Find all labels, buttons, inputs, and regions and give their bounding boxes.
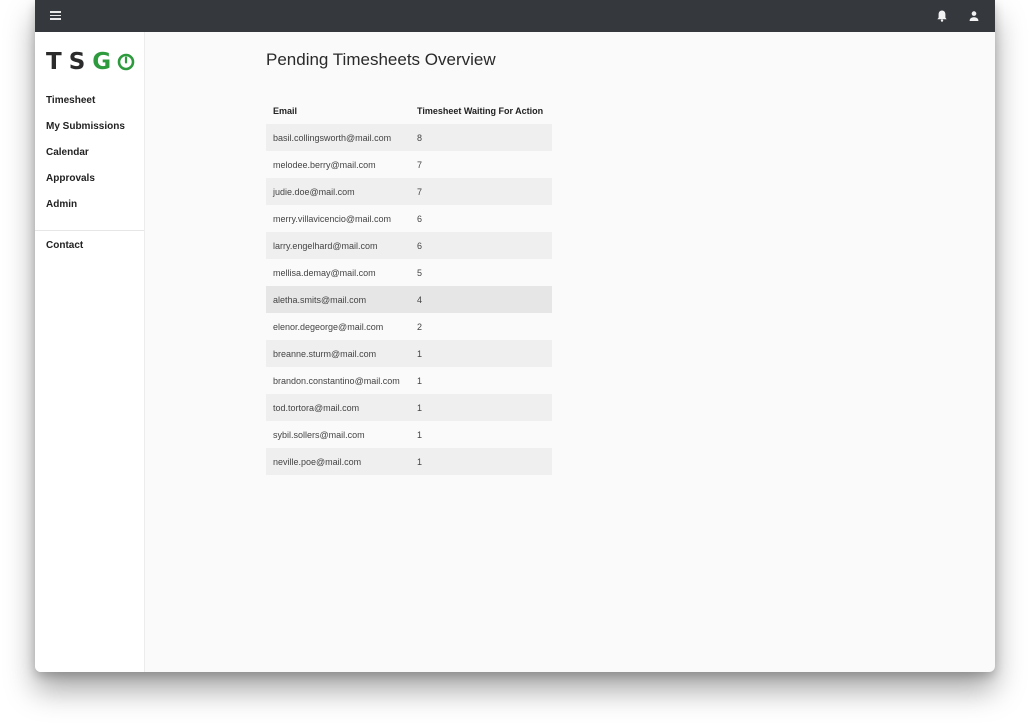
app-window: T S G Timesheet My Submissions Calendar … [35,0,995,672]
table-row: tod.tortora@mail.com 1 [266,394,552,421]
column-header-email: Email [266,98,410,124]
cell-count: 1 [410,367,552,394]
sidebar: T S G Timesheet My Submissions Calendar … [35,32,145,672]
main-content: Pending Timesheets Overview Email Timesh… [145,32,995,672]
column-header-waiting: Timesheet Waiting For Action [410,98,552,124]
sidebar-item-timesheet[interactable]: Timesheet [35,88,144,114]
cell-count: 4 [410,286,552,313]
table-row: larry.engelhard@mail.com 6 [266,232,552,259]
cell-count: 6 [410,232,552,259]
hamburger-menu-icon[interactable] [50,11,61,20]
table-row: breanne.sturm@mail.com 1 [266,340,552,367]
sidebar-secondary-nav: Contact [35,233,144,259]
cell-count: 1 [410,421,552,448]
cell-email: basil.collingsworth@mail.com [266,124,410,151]
cell-email: sybil.sollers@mail.com [266,421,410,448]
user-icon[interactable] [967,9,981,23]
cell-count: 7 [410,151,552,178]
table-row: basil.collingsworth@mail.com 8 [266,124,552,151]
sidebar-item-calendar[interactable]: Calendar [35,140,144,166]
table-row: brandon.constantino@mail.com 1 [266,367,552,394]
table-row: melodee.berry@mail.com 7 [266,151,552,178]
cell-email: merry.villavicencio@mail.com [266,205,410,232]
cell-email: judie.doe@mail.com [266,178,410,205]
cell-count: 6 [410,205,552,232]
table-row: sybil.sollers@mail.com 1 [266,421,552,448]
table-row: merry.villavicencio@mail.com 6 [266,205,552,232]
table-header-row: Email Timesheet Waiting For Action [266,98,552,124]
cell-email: larry.engelhard@mail.com [266,232,410,259]
logo-letter-s: S [68,49,93,75]
cell-email: neville.poe@mail.com [266,448,410,475]
cell-count: 8 [410,124,552,151]
top-bar [35,0,995,32]
cell-count: 2 [410,313,552,340]
cell-email: tod.tortora@mail.com [266,394,410,421]
cell-email: brandon.constantino@mail.com [266,367,410,394]
pending-timesheets-table: Email Timesheet Waiting For Action basil… [266,98,552,475]
table-row: elenor.degeorge@mail.com 2 [266,313,552,340]
tsgo-logo[interactable]: T S G [46,48,135,76]
clock-power-icon [117,53,135,71]
bell-icon[interactable] [935,9,949,23]
cell-count: 5 [410,259,552,286]
sidebar-item-contact[interactable]: Contact [35,233,144,259]
sidebar-divider [35,230,144,231]
cell-email: elenor.degeorge@mail.com [266,313,410,340]
logo-letter-t: T [46,49,69,75]
table-row: mellisa.demay@mail.com 5 [266,259,552,286]
cell-count: 1 [410,448,552,475]
cell-email: aletha.smits@mail.com [266,286,410,313]
sidebar-item-admin[interactable]: Admin [35,192,144,218]
cell-count: 1 [410,394,552,421]
cell-email: melodee.berry@mail.com [266,151,410,178]
logo-letter-g: G [92,49,119,75]
sidebar-item-my-submissions[interactable]: My Submissions [35,114,144,140]
cell-email: mellisa.demay@mail.com [266,259,410,286]
table-row: judie.doe@mail.com 7 [266,178,552,205]
cell-count: 1 [410,340,552,367]
cell-email: breanne.sturm@mail.com [266,340,410,367]
table-row: aletha.smits@mail.com 4 [266,286,552,313]
sidebar-item-approvals[interactable]: Approvals [35,166,144,192]
cell-count: 7 [410,178,552,205]
table-row: neville.poe@mail.com 1 [266,448,552,475]
sidebar-nav: Timesheet My Submissions Calendar Approv… [35,88,144,218]
page-title: Pending Timesheets Overview [266,50,496,69]
